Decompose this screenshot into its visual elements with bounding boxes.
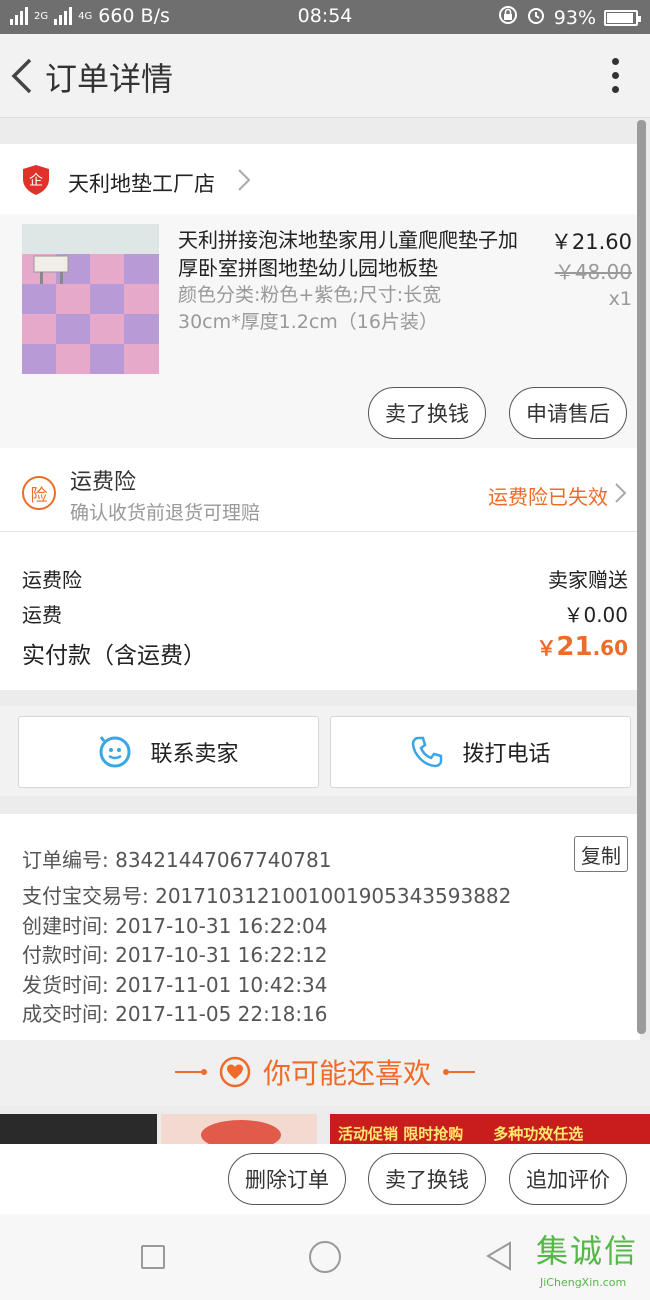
fee-shipping-label: 运费 <box>22 603 62 627</box>
back-button[interactable] <box>8 54 38 98</box>
more-menu-button[interactable] <box>610 58 620 98</box>
insurance-subtitle: 确认收货前退货可理赔 <box>70 502 261 524</box>
recommend-item-thumbnail[interactable] <box>0 1114 157 1144</box>
battery-icon <box>604 9 641 26</box>
sell-for-cash-button-bottom[interactable]: 卖了换钱 <box>368 1153 486 1205</box>
product-title[interactable]: 天利拼接泡沫地垫家用儿童爬爬垫子加厚卧室拼图地垫幼儿园地板垫 <box>178 226 518 282</box>
shop-name: 天利地垫工厂店 <box>68 172 215 196</box>
divider-left <box>174 1069 207 1075</box>
recommend-header: 你可能还喜欢 <box>0 1040 650 1106</box>
insurance-icon: 险 <box>22 476 56 510</box>
chevron-left-icon <box>11 58 32 94</box>
created-time: 创建时间: 2017-10-31 16:22:04 <box>22 914 328 938</box>
product-original-price: ￥48.00 <box>554 260 632 284</box>
call-phone-button[interactable]: 拨打电话 <box>330 716 631 788</box>
recommend-title: 你可能还喜欢 <box>262 1057 431 1090</box>
insurance-title: 运费险 <box>70 470 137 495</box>
contact-row: 联系卖家 拨打电话 <box>0 706 640 796</box>
divider-right <box>443 1069 475 1075</box>
triangle-back-icon <box>486 1241 511 1271</box>
alipay-trade-number: 支付宝交易号: 2017103121001001905343593882 <box>22 884 512 908</box>
phone-icon <box>412 736 443 768</box>
recommend-products: 活动促销 限时抢购 多种功效任选 <box>0 1114 650 1144</box>
home-button[interactable] <box>309 1241 341 1273</box>
fee-row-insurance: 运费险 卖家赠送 <box>22 564 628 593</box>
enterprise-shield-icon: 企 <box>22 164 50 196</box>
watermark-logo: 集诚信 JiChengXin.com <box>532 1224 650 1294</box>
chevron-right-icon <box>236 168 252 192</box>
product-quantity: x1 <box>608 288 632 310</box>
fee-insurance-value: 卖家赠送 <box>548 568 628 592</box>
insurance-status: 运费险已失效 <box>488 485 608 509</box>
watermark-glyphs: 集诚信 <box>536 1232 639 1270</box>
shop-row[interactable]: 企 天利地垫工厂店 <box>0 144 640 214</box>
apply-aftersale-button[interactable]: 申请售后 <box>509 387 627 439</box>
completed-time: 成交时间: 2017-11-05 22:18:16 <box>22 1002 328 1026</box>
sell-for-cash-button[interactable]: 卖了换钱 <box>368 387 486 439</box>
order-item: 天利拼接泡沫地垫家用儿童爬爬垫子加厚卧室拼图地垫幼儿园地板垫 颜色分类:粉色+紫… <box>0 214 640 448</box>
fee-total-label: 实付款（含运费） <box>22 643 206 669</box>
product-spec: 颜色分类:粉色+紫色;尺寸:长宽30cm*厚度1.2cm（16片装） <box>178 284 442 333</box>
fee-insurance-label: 运费险 <box>22 568 82 592</box>
fee-row-total: 实付款（含运费） ￥21.60 <box>22 632 628 670</box>
alarm-icon <box>526 5 546 30</box>
add-review-button[interactable]: 追加评价 <box>509 1153 627 1205</box>
product-thumbnail[interactable] <box>22 224 159 374</box>
delete-order-button[interactable]: 删除订单 <box>228 1153 346 1205</box>
recommend-item-banner[interactable]: 活动促销 限时抢购 多种功效任选 <box>330 1114 650 1144</box>
status-right: 93% <box>498 5 641 30</box>
chat-bubble-icon <box>99 736 131 768</box>
total-decimal: .60 <box>592 636 628 660</box>
chevron-right-icon <box>614 482 628 504</box>
scrollbar[interactable] <box>637 120 646 1034</box>
system-nav-bar: 集诚信 JiChengXin.com <box>0 1214 650 1300</box>
total-integer: 21 <box>556 632 593 662</box>
copy-button[interactable]: 复制 <box>574 836 628 872</box>
order-info: 订单编号: 83421447067740781 复制 支付宝交易号: 20171… <box>0 814 640 1040</box>
contact-seller-label: 联系卖家 <box>150 742 239 767</box>
rotation-lock-icon <box>498 5 518 30</box>
product-price: ￥21.60 <box>550 230 632 254</box>
page-title: 订单详情 <box>45 60 174 98</box>
recents-button[interactable] <box>141 1245 165 1269</box>
shipping-insurance-row[interactable]: 险 运费险 确认收货前退货可理赔 运费险已失效 <box>0 448 640 532</box>
more-icon <box>611 58 619 65</box>
recommend-item-thumbnail[interactable] <box>161 1114 317 1144</box>
system-back-button[interactable] <box>484 1240 514 1272</box>
fee-summary: 运费险 卖家赠送 运费 ￥0.00 实付款（含运费） ￥21.60 <box>0 532 640 690</box>
paid-time: 付款时间: 2017-10-31 16:22:12 <box>22 943 328 967</box>
status-bar: 2G 4G 660 B/s 08:54 93% <box>0 0 650 34</box>
banner-promo-text: 活动促销 限时抢购 <box>338 1125 464 1143</box>
fee-row-shipping: 运费 ￥0.00 <box>22 599 628 628</box>
battery-percent: 93% <box>553 6 596 29</box>
contact-seller-button[interactable]: 联系卖家 <box>18 716 319 788</box>
fee-shipping-value: ￥0.00 <box>563 603 628 627</box>
watermark-site: JiChengXin.com <box>540 1276 627 1289</box>
shipped-time: 发货时间: 2017-11-01 10:42:34 <box>22 973 328 997</box>
fee-total-value: ￥21.60 <box>536 632 628 662</box>
svg-text:企: 企 <box>29 172 43 189</box>
title-bar: 订单详情 <box>0 34 650 118</box>
call-phone-label: 拨打电话 <box>462 742 551 767</box>
banner-feature-text: 多种功效任选 <box>493 1125 584 1143</box>
total-currency: ￥ <box>536 636 557 660</box>
bottom-action-bar: 删除订单 卖了换钱 追加评价 <box>0 1144 650 1214</box>
heart-icon <box>219 1056 251 1088</box>
order-number: 订单编号: 83421447067740781 <box>22 848 332 872</box>
